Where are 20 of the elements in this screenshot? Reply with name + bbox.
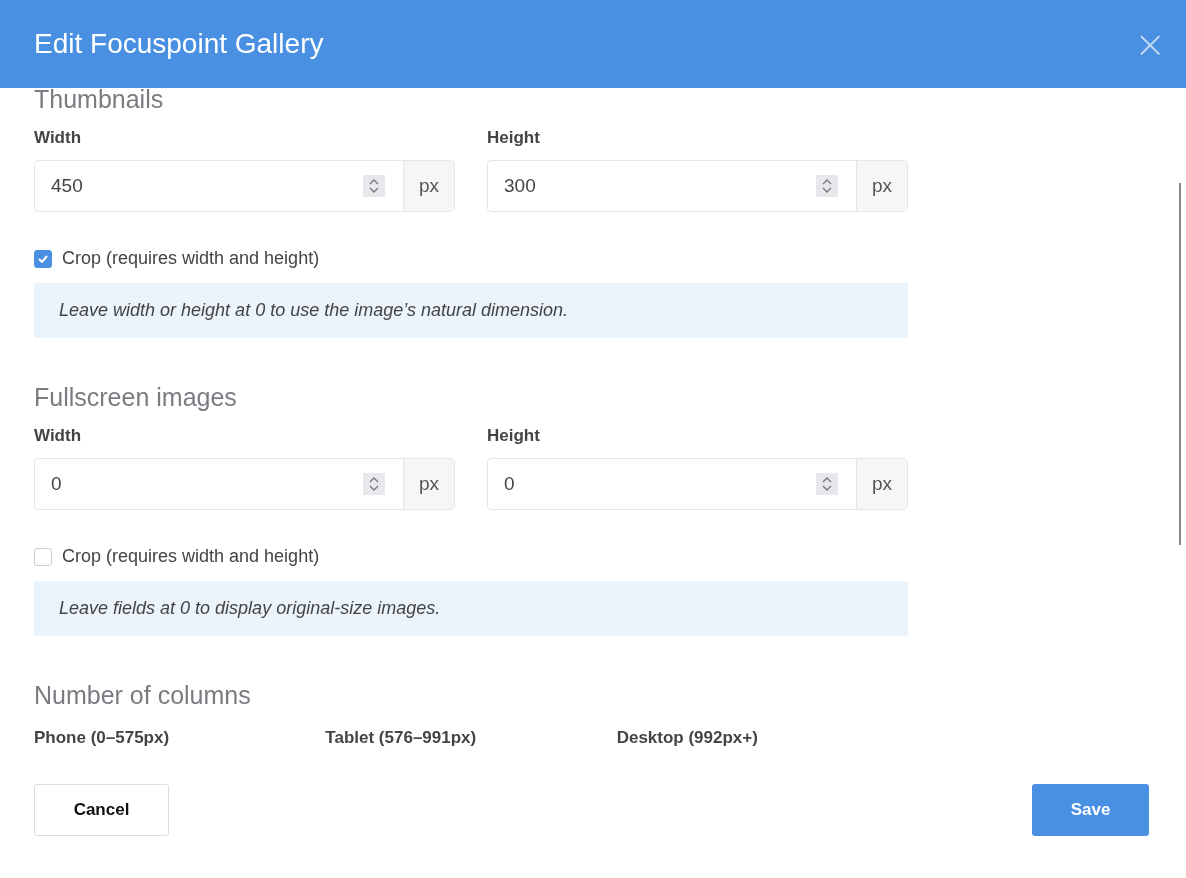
checkmark-icon — [38, 254, 48, 263]
field-label: Width — [34, 426, 83, 446]
checkbox-label[interactable]: Crop (requires width and height) — [62, 546, 320, 567]
column-label: Phone (0–575px) — [34, 728, 171, 748]
scrollbar[interactable] — [1179, 183, 1181, 545]
dialog-title: Edit Focuspoint Gallery — [34, 28, 324, 60]
field-label: Height — [487, 426, 541, 446]
crop-checkbox[interactable] — [34, 547, 52, 566]
info-note: Leave width or height at 0 to use the image’s natural dimension. — [34, 283, 908, 338]
cancel-button[interactable]: Cancel — [34, 784, 169, 836]
field-label: Width — [34, 128, 83, 148]
section-heading: Number of columns — [34, 680, 252, 710]
field-label: Height — [487, 128, 541, 148]
column-label: Desktop (992px+) — [616, 728, 759, 748]
checkbox-label[interactable]: Crop (requires width and height) — [62, 248, 320, 269]
crop-checkbox[interactable] — [34, 249, 52, 268]
section-heading: Thumbnails — [34, 84, 165, 114]
column-label: Tablet (576–991px) — [325, 728, 478, 748]
section-heading: Fullscreen images — [34, 382, 238, 412]
info-note: Leave fields at 0 to display original-size images. — [34, 581, 908, 636]
